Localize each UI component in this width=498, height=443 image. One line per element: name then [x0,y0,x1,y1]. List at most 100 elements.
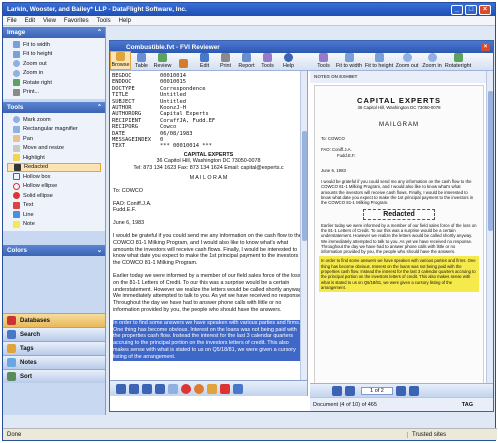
last-page-icon[interactable] [155,383,165,394]
image-section-header[interactable]: Image ⌃ [3,27,105,38]
move-icon [13,144,20,152]
nav-notes[interactable]: Notes [3,355,105,369]
expand-icon[interactable]: ⌄ [97,247,102,254]
rect-magnifier-item[interactable]: Rectangular magnifier [7,125,101,135]
zoom-out-item[interactable]: Zoom out [7,59,101,69]
prev-page-icon[interactable] [345,385,355,396]
menu-help[interactable]: Help [119,18,131,24]
image-to: To: COWCO [321,136,345,141]
fit-height-icon [13,50,20,58]
toolbar-table[interactable]: Table [131,53,152,70]
next-page-icon[interactable] [142,383,152,394]
rotate-right-item[interactable]: Rotate right [7,78,101,88]
review-icon [158,53,167,62]
redacted-item[interactable]: Redacted [7,162,101,172]
menu-favorites[interactable]: Favorites [64,18,89,24]
toolbar-tools[interactable]: Tools [257,53,278,70]
toolbar-zoom-out[interactable]: Zoom out [394,53,420,70]
document-image[interactable]: CAPITAL EXPERTS 36 Capitol Hill, Washing… [314,85,484,385]
image-heading: MAILGRAM [378,122,419,128]
menu-edit[interactable]: Edit [25,18,35,24]
toolbar-help[interactable]: Help [278,53,299,70]
next-page-icon[interactable] [396,385,406,396]
tools-section-header[interactable]: Tools ⌃ [3,102,105,113]
status-done: Done [7,431,22,438]
toolbar-right-tools[interactable]: Tools [313,53,334,70]
colors-section-header[interactable]: Colors ⌄ [3,245,105,256]
toolbar-fit-width[interactable]: Fit to width [334,53,364,70]
record-icon[interactable] [194,383,204,394]
report-icon [242,53,251,62]
scroll-thumb[interactable] [488,91,493,231]
tools-section-body: Mark zoom Rectangular magnifier Pan Move… [3,113,105,231]
note-item[interactable]: Note [7,220,101,230]
image-scrollbar[interactable] [486,71,493,411]
highlight-item[interactable]: Highlight [7,153,101,163]
nav-databases[interactable]: Databases [3,313,105,327]
split-icon[interactable] [233,383,243,394]
pan-item[interactable]: Pan [7,134,101,144]
fit-to-width-item[interactable]: Fit to width [7,40,101,50]
collapse-icon[interactable]: ⌃ [97,29,102,36]
scroll-thumb[interactable] [302,131,307,241]
tools-icon [319,53,328,62]
nav-search[interactable]: Search [3,327,105,341]
text-icon [13,201,20,209]
letter-date: June 6, 1983 [113,220,145,227]
letter-paragraph-2: Earlier today we were informed by a memb… [113,273,303,314]
first-page-icon[interactable] [116,383,126,394]
image-company: CAPITAL EXPERTS [357,96,441,105]
toolbar-fit-height[interactable]: Fit to height [364,53,394,70]
toolbar-report[interactable]: Report [236,53,257,70]
highlight-annotation[interactable]: In order to find some answers we have sp… [319,256,479,293]
maximize-button[interactable]: □ [465,4,477,15]
menu-view[interactable]: View [43,18,56,24]
toolbar-browse[interactable]: Browse [110,51,131,70]
move-resize-item[interactable]: Move and resize [7,144,101,154]
hollow-box-item[interactable]: Hollow box [7,172,101,182]
print-item[interactable]: Print... [7,88,101,98]
line-item[interactable]: Line [7,210,101,220]
document-title: Combustible.fvt - FVI Reviewer [126,43,220,51]
flag-icon[interactable] [220,383,230,394]
close-button[interactable]: × [479,4,491,15]
stop-icon[interactable] [181,383,191,394]
hollow-ellipse-item[interactable]: Hollow ellipse [7,182,101,192]
menu-bar: File Edit View Favorites Tools Help [3,16,495,26]
last-page-icon[interactable] [409,385,419,396]
image-date: June 6, 1983 [321,167,346,173]
prev-page-icon[interactable] [129,383,139,394]
document-close-button[interactable]: × [481,43,490,51]
toolbar-tag[interactable] [173,59,194,70]
redacted-annotation[interactable]: Redacted [363,208,435,220]
solid-ellipse-item[interactable]: Solid ellipse [7,191,101,201]
hand-icon [13,135,20,143]
first-page-icon[interactable] [332,385,342,396]
toolbar-zoom-in[interactable]: Zoom in [420,53,444,70]
letter-fao2: Fudd.E.F. [113,207,137,214]
zoom-out-icon [13,60,20,68]
toolbar-review[interactable]: Review [152,53,173,70]
menu-file[interactable]: File [7,18,17,24]
nav-sort[interactable]: Sort [3,369,105,383]
image-section-body: Fit to width Fit to height Zoom out Zoom… [3,38,105,99]
nav-tags[interactable]: Tags [3,341,105,355]
magnifier-icon [13,116,20,124]
menu-tools[interactable]: Tools [97,18,111,24]
search-icon [7,330,16,339]
text-scrollbar[interactable] [300,71,307,396]
collapse-icon[interactable]: ⌃ [97,104,102,111]
copy-icon[interactable] [168,383,178,394]
toolbar-rotate-right[interactable]: Rotateright [444,53,472,70]
zoom-out-icon [402,53,412,62]
minimize-button[interactable]: _ [451,4,463,15]
toolbar-edit[interactable]: Edit [194,53,215,70]
text-item[interactable]: Text [7,201,101,211]
fit-to-height-item[interactable]: Fit to height [7,50,101,60]
zoom-in-item[interactable]: Zoom in [7,69,101,79]
mark-zoom-item[interactable]: Mark zoom [7,115,101,125]
page-number-input[interactable]: 1 of 2 [361,386,393,395]
browse-icon [116,52,125,61]
image-icon[interactable] [207,383,217,394]
toolbar-print[interactable]: Print [215,53,236,70]
